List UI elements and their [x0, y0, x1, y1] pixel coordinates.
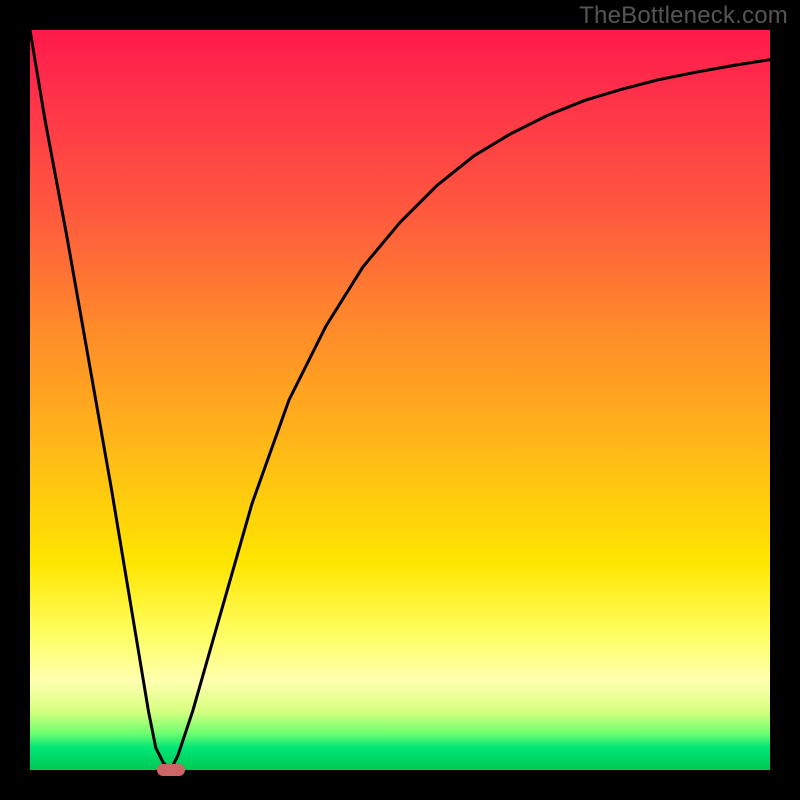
plot-area	[30, 30, 770, 770]
bottleneck-curve	[30, 30, 770, 770]
watermark-text: TheBottleneck.com	[579, 2, 788, 30]
curve-path	[30, 30, 770, 770]
chart-frame: TheBottleneck.com	[0, 0, 800, 800]
optimum-marker	[157, 764, 185, 776]
